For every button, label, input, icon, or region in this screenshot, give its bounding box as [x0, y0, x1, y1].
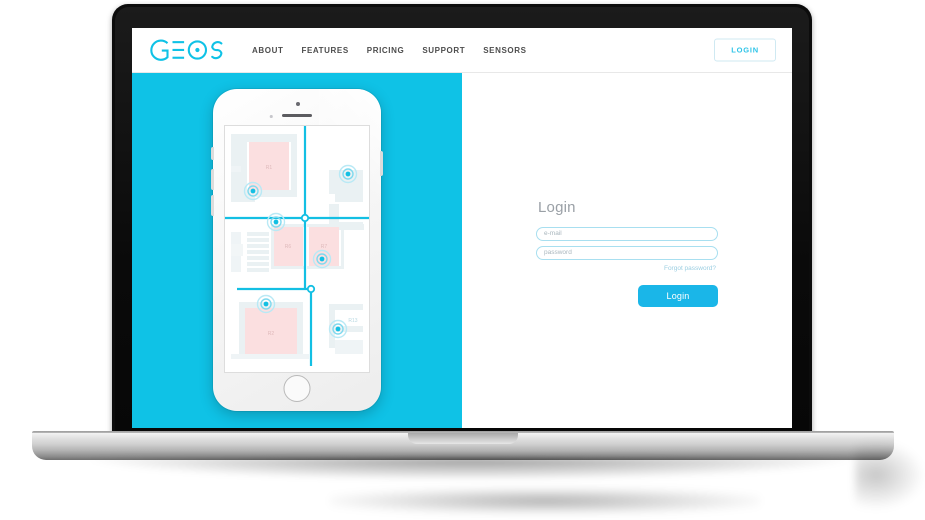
nav-item-support[interactable]: SUPPORT — [422, 46, 465, 55]
geos-logo[interactable] — [150, 35, 232, 65]
site-header: ABOUT FEATURES PRICING SUPPORT SENSORS L… — [132, 28, 792, 72]
login-form-title: Login — [538, 198, 576, 216]
route-node — [300, 213, 310, 223]
geos-logo-icon — [150, 39, 223, 61]
phone-screen-floorplan[interactable]: R1 R6 R7 R2 R13 — [224, 125, 370, 373]
phone-proximity-sensor — [269, 115, 273, 118]
hero-left-panel: R1 R6 R7 R2 R13 — [132, 73, 462, 428]
room-label-r1: R1 — [266, 165, 273, 171]
phone-volume-up-button — [211, 169, 214, 190]
login-form: Login Forgot password? Login — [536, 199, 718, 307]
ground-shadow-right — [855, 440, 925, 510]
email-field[interactable] — [536, 226, 718, 241]
hero-right-panel: Login Forgot password? Login — [462, 73, 792, 428]
phone-home-button[interactable] — [283, 375, 311, 402]
phone-silent-switch — [211, 147, 214, 160]
phone-mockup: R1 R6 R7 R2 R13 — [211, 89, 383, 411]
laptop-lid: ABOUT FEATURES PRICING SUPPORT SENSORS L… — [112, 4, 812, 436]
laptop-base-notch — [407, 433, 518, 444]
ground-shadow — [330, 488, 760, 514]
main-navigation: ABOUT FEATURES PRICING SUPPORT SENSORS — [252, 46, 527, 55]
nav-item-pricing[interactable]: PRICING — [367, 46, 405, 55]
phone-earpiece-speaker — [282, 114, 312, 117]
laptop-drop-shadow — [90, 458, 850, 480]
nav-item-sensors[interactable]: SENSORS — [483, 46, 526, 55]
hero-section: R1 R6 R7 R2 R13 Login e-mail Forgot pass… — [132, 73, 792, 428]
screenshot-stage: ABOUT FEATURES PRICING SUPPORT SENSORS L… — [0, 0, 925, 520]
password-field[interactable] — [536, 245, 718, 260]
login-submit-button[interactable]: Login — [638, 284, 718, 307]
nav-item-about[interactable]: ABOUT — [252, 46, 283, 55]
phone-power-button — [380, 151, 383, 176]
floorplan-map: R1 R6 R7 R2 R13 — [225, 126, 369, 372]
phone-front-camera-icon — [296, 102, 300, 106]
room-label-r13: R13 — [348, 318, 357, 324]
room-label-r7: R7 — [321, 244, 328, 250]
room-label-r2: R2 — [268, 331, 275, 337]
room-label-r6: R6 — [285, 244, 292, 250]
nav-item-features[interactable]: FEATURES — [301, 46, 348, 55]
laptop-screen: ABOUT FEATURES PRICING SUPPORT SENSORS L… — [132, 28, 792, 428]
header-login-button[interactable]: LOGIN — [714, 38, 776, 62]
phone-volume-down-button — [211, 195, 214, 216]
forgot-password-link[interactable]: Forgot password? — [536, 265, 716, 272]
route-node — [306, 284, 316, 294]
